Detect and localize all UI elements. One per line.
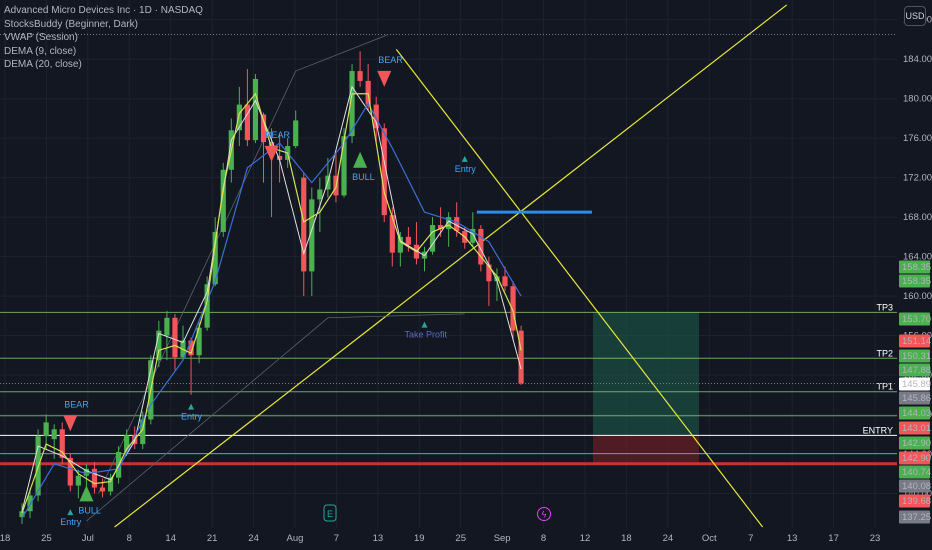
x-tick-label: 13 xyxy=(373,533,384,544)
candle-body xyxy=(43,422,49,437)
bear-arrow xyxy=(264,145,279,162)
price-chart[interactable]: TP3 TP2 TP1 ENTRY BEAR Entry BULL Entry BEAR BULL… xyxy=(0,0,932,550)
price-badge-label: 145.86 xyxy=(902,393,931,404)
x-tick-label: 19 xyxy=(414,533,425,544)
candle-body xyxy=(164,317,170,336)
x-tick-label: 24 xyxy=(663,533,674,544)
x-tick-label: 25 xyxy=(455,533,466,544)
price-badge-label: 142.90 xyxy=(902,453,931,464)
price-badge-label: 139.68 xyxy=(902,496,931,507)
y-tick-label: 160.00 xyxy=(903,291,932,302)
x-tick-label: Aug xyxy=(287,533,304,544)
stop-zone xyxy=(593,435,699,464)
tp-marker xyxy=(421,321,428,328)
dividend-icon-glyph: ϟ xyxy=(542,510,547,520)
x-tick-label: 25 xyxy=(41,533,52,544)
price-badge-label: 137.25 xyxy=(902,512,931,523)
bear-arrow xyxy=(63,415,78,432)
level-label: TP2 xyxy=(876,348,893,358)
price-badge-label: 150.31 xyxy=(902,351,931,362)
price-badge-label: 153.70 xyxy=(902,314,931,325)
price-badge-label: 144.03 xyxy=(902,408,931,419)
price-badge-label: 147.88 xyxy=(902,365,931,376)
x-tick-label: 17 xyxy=(828,533,839,544)
symbol-title: Advanced Micro Devices Inc · 1D · NASDAQ xyxy=(4,5,203,16)
signal-label: BULL xyxy=(78,505,101,515)
candle-body xyxy=(293,120,299,147)
signal-label: BEAR xyxy=(64,399,89,409)
signal-label: Entry xyxy=(60,517,82,527)
x-tick-label: 8 xyxy=(127,533,132,544)
signal-label: BEAR xyxy=(266,130,291,140)
signal-label: Entry xyxy=(181,412,203,422)
candle-body xyxy=(405,236,411,245)
signal-label: BULL xyxy=(352,172,375,182)
x-tick-label: 7 xyxy=(334,533,339,544)
x-tick-label: 21 xyxy=(207,533,218,544)
entry-marker xyxy=(188,403,195,410)
trendline-down xyxy=(395,48,764,528)
target-zone xyxy=(593,312,699,436)
x-tick-label: 18 xyxy=(0,533,10,544)
price-badge-label: 143.01 xyxy=(902,423,931,434)
candle-body xyxy=(357,71,363,81)
x-tick-label: 12 xyxy=(580,533,591,544)
y-tick-label: 176.00 xyxy=(903,133,932,144)
indicator-vwap[interactable]: VWAP (Session) xyxy=(4,31,203,45)
candle-body xyxy=(252,78,259,141)
candle-body xyxy=(510,286,516,331)
y-tick-label: 172.00 xyxy=(903,173,932,184)
price-badge-label: 158.35 xyxy=(902,262,931,273)
x-tick-label: 13 xyxy=(787,533,798,544)
candle-body xyxy=(27,495,33,512)
candle-body xyxy=(75,475,81,486)
x-tick-label: Oct xyxy=(702,533,717,544)
level-label: TP1 xyxy=(876,382,893,392)
x-tick-label: 14 xyxy=(165,533,176,544)
price-badge-label: 142.90 xyxy=(902,438,931,449)
candle-body xyxy=(172,317,178,358)
entry-marker xyxy=(67,509,74,516)
candle-body xyxy=(365,80,371,105)
chart-legend: Advanced Micro Devices Inc · 1D · NASDAQ… xyxy=(4,4,203,72)
candle-body xyxy=(317,189,323,200)
candle-body xyxy=(301,177,307,272)
x-tick-label: 23 xyxy=(870,533,881,544)
x-tick-label: 18 xyxy=(621,533,632,544)
x-tick-label: Sep xyxy=(494,533,511,544)
price-badge-label: 158.35 xyxy=(902,276,931,287)
price-badge-label: 145.89 xyxy=(902,379,931,390)
entry-marker xyxy=(461,155,468,162)
signal-label: Take Profit xyxy=(405,330,448,340)
earnings-icon-letter: E xyxy=(327,509,333,519)
price-badge-label: 140.08 xyxy=(902,481,931,492)
indicator-stocksbuddy[interactable]: StocksBuddy (Beginner, Dark) xyxy=(4,18,203,32)
price-badge-label: 140.74 xyxy=(902,467,931,478)
candle-body xyxy=(99,487,106,492)
bear-arrow xyxy=(377,70,392,87)
candle-body xyxy=(429,225,436,252)
y-tick-label: 168.00 xyxy=(903,212,932,223)
candle-body xyxy=(502,276,508,287)
currency-selector[interactable]: USD xyxy=(904,6,926,26)
indicator-dema-9[interactable]: DEMA (9, close) xyxy=(4,45,203,59)
level-label: TP3 xyxy=(876,302,893,312)
x-tick-label: 24 xyxy=(248,533,259,544)
level-label: ENTRY xyxy=(863,425,893,435)
indicator-dema-20[interactable]: DEMA (20, close) xyxy=(4,58,203,72)
x-tick-label: 8 xyxy=(541,533,546,544)
signal-label: BEAR xyxy=(378,55,403,65)
y-tick-label: 184.00 xyxy=(903,54,932,65)
x-tick-label: Jul xyxy=(82,533,94,544)
candle-body xyxy=(91,468,98,488)
bull-arrow xyxy=(353,151,368,168)
y-tick-label: 180.00 xyxy=(903,94,932,105)
price-badge-label: 151.14 xyxy=(902,336,931,347)
x-tick-label: 7 xyxy=(748,533,753,544)
candle-body xyxy=(51,429,57,440)
signal-label: Entry xyxy=(455,164,477,174)
